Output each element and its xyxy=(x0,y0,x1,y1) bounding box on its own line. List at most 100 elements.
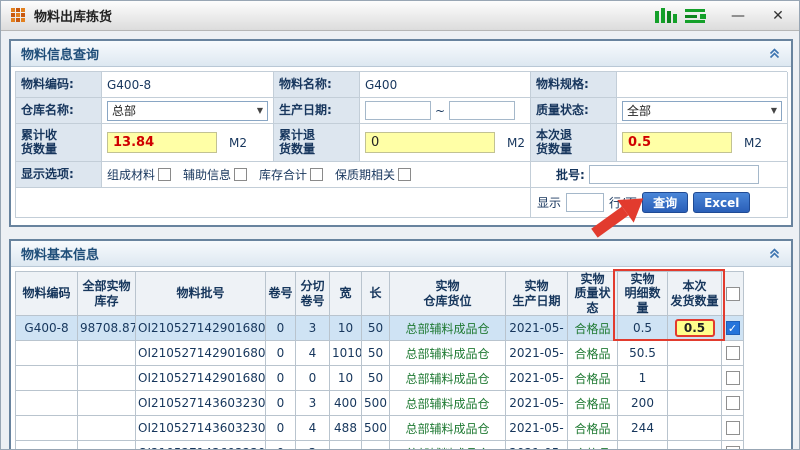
row-checkbox[interactable] xyxy=(726,421,740,435)
cell-slit-roll-no: 3 xyxy=(296,391,330,416)
total-returned-field[interactable]: 0 xyxy=(365,132,495,153)
row-checkbox[interactable] xyxy=(726,321,740,335)
ship-qty-input[interactable] xyxy=(675,443,715,450)
material-name-field[interactable]: G400 xyxy=(360,72,531,98)
table-body: G400-8 98708.87 OI210527142901680 0 3 10… xyxy=(16,316,744,450)
cell-ship-qty xyxy=(668,391,722,416)
total-returned-unit: M2 xyxy=(507,136,525,150)
cell-total-stock xyxy=(78,366,136,391)
query-panel-header: 物料信息查询 xyxy=(11,41,791,67)
option-checkbox[interactable] xyxy=(398,168,411,181)
ship-qty-input[interactable] xyxy=(675,418,715,436)
ship-qty-input[interactable]: 0.5 xyxy=(675,319,715,337)
collapse-panel-icon[interactable] xyxy=(768,247,781,260)
collapse-panel-icon[interactable] xyxy=(768,47,781,60)
option-checkbox[interactable] xyxy=(310,168,323,181)
batch-no-input[interactable] xyxy=(589,165,759,184)
material-name-label: 物料名称: xyxy=(274,72,360,98)
cell-ship-qty xyxy=(668,341,722,366)
batch-no-label: 批号: xyxy=(556,166,585,183)
cell-slit-roll-no: 4 xyxy=(296,341,330,366)
excel-button[interactable]: Excel xyxy=(693,192,750,213)
cell-material-code xyxy=(16,391,78,416)
cell-width: 488 xyxy=(330,416,362,441)
cell-batch-no: OI210527142901680 xyxy=(136,341,266,366)
option-label: 组成材料 xyxy=(107,166,155,183)
minimize-button[interactable]: — xyxy=(727,8,749,24)
total-returned-label: 累计退 货数量 xyxy=(274,124,360,162)
material-code-field[interactable]: G400-8 xyxy=(102,72,274,98)
cell-ship-qty xyxy=(668,441,722,450)
cell-select xyxy=(722,441,744,450)
display-options-label: 显示选项: xyxy=(16,162,102,188)
quality-status-select[interactable]: 全部 ▼ xyxy=(622,101,782,121)
total-received-field[interactable]: 13.84 xyxy=(107,132,217,153)
table-row[interactable]: OI210527143603230 0 4 488 500 总部辅料成品仓 20… xyxy=(16,416,744,441)
warehouse-label: 仓库名称: xyxy=(16,98,102,124)
display-options-group: 组成材料 辅助信息 库存合计 保质期相关 xyxy=(102,162,531,188)
close-button[interactable]: ✕ xyxy=(767,8,789,24)
table-row[interactable]: OI210527143603230 0 3 总部辅料成品仓 2021-05- 合… xyxy=(16,441,744,450)
cell-width xyxy=(330,441,362,450)
rows-per-page-input[interactable] xyxy=(566,193,604,212)
col-detail-qty: 实物 明细数量 xyxy=(618,272,668,316)
cell-length: 50 xyxy=(362,341,390,366)
cell-warehouse-location: 总部辅料成品仓 xyxy=(390,416,506,441)
col-quality-status: 实物 质量状态 xyxy=(568,272,618,316)
production-date-from-input[interactable] xyxy=(365,101,431,120)
cell-warehouse-location: 总部辅料成品仓 xyxy=(390,366,506,391)
titlebar[interactable]: 物料出库拣货 — ✕ xyxy=(1,1,799,31)
option-label: 保质期相关 xyxy=(335,166,395,183)
material-spec-field[interactable] xyxy=(617,72,788,98)
window-title: 物料出库拣货 xyxy=(34,6,112,25)
col-material-code: 物料编码 xyxy=(16,272,78,316)
cell-ship-qty xyxy=(668,366,722,391)
cell-production-date: 2021-05- xyxy=(506,391,568,416)
cell-total-stock xyxy=(78,341,136,366)
current-return-unit: M2 xyxy=(744,136,762,150)
warehouse-select[interactable]: 总部 ▼ xyxy=(107,101,268,121)
cell-detail-qty: 244 xyxy=(618,416,668,441)
cell-width: 10 xyxy=(330,366,362,391)
col-batch-no: 物料批号 xyxy=(136,272,266,316)
cell-detail-qty: 50.5 xyxy=(618,341,668,366)
cell-select xyxy=(722,366,744,391)
table-row[interactable]: OI210527142901680 0 4 1010 50 总部辅料成品仓 20… xyxy=(16,341,744,366)
rows-per-page-suffix: 行/页 xyxy=(609,194,637,211)
cell-roll-no: 0 xyxy=(266,416,296,441)
table-header-row: 物料编码 全部实物 库存 物料批号 卷号 分切 卷号 宽 长 实物 仓库货位 实… xyxy=(16,272,744,316)
app-icon xyxy=(11,8,26,23)
cell-production-date: 2021-05- xyxy=(506,416,568,441)
cell-production-date: 2021-05- xyxy=(506,316,568,341)
option-checkbox[interactable] xyxy=(158,168,171,181)
col-production-date: 实物 生产日期 xyxy=(506,272,568,316)
ship-qty-input[interactable] xyxy=(675,393,715,411)
cell-width: 10 xyxy=(330,316,362,341)
ship-qty-input[interactable] xyxy=(675,343,715,361)
ship-qty-input[interactable] xyxy=(675,368,715,386)
row-checkbox[interactable] xyxy=(726,371,740,385)
cell-warehouse-location: 总部辅料成品仓 xyxy=(390,391,506,416)
row-checkbox[interactable] xyxy=(726,346,740,360)
option-checkbox[interactable] xyxy=(234,168,247,181)
select-all-checkbox[interactable] xyxy=(726,287,740,301)
cell-batch-no: OI210527142901680 xyxy=(136,366,266,391)
detail-panel-title: 物料基本信息 xyxy=(21,244,99,263)
material-spec-label: 物料规格: xyxy=(531,72,617,98)
option-label: 库存合计 xyxy=(259,166,307,183)
query-button[interactable]: 查询 xyxy=(642,192,688,213)
cell-quality-status: 合格品 xyxy=(568,341,618,366)
cell-detail-qty xyxy=(618,441,668,450)
cell-roll-no: 0 xyxy=(266,366,296,391)
row-checkbox[interactable] xyxy=(726,396,740,410)
table-row[interactable]: G400-8 98708.87 OI210527142901680 0 3 10… xyxy=(16,316,744,341)
row-checkbox[interactable] xyxy=(726,446,740,450)
table-row[interactable]: OI210527142901680 0 0 10 50 总部辅料成品仓 2021… xyxy=(16,366,744,391)
cell-quality-status: 合格品 xyxy=(568,441,618,450)
material-code-label: 物料编码: xyxy=(16,72,102,98)
production-date-to-input[interactable] xyxy=(449,101,515,120)
table-row[interactable]: OI210527143603230 0 3 400 500 总部辅料成品仓 20… xyxy=(16,391,744,416)
cell-warehouse-location: 总部辅料成品仓 xyxy=(390,341,506,366)
query-form: 物料编码: G400-8 物料名称: G400 物料规格: 仓库名称: 总部 ▼… xyxy=(15,71,787,218)
current-return-field[interactable]: 0.5 xyxy=(622,132,732,153)
